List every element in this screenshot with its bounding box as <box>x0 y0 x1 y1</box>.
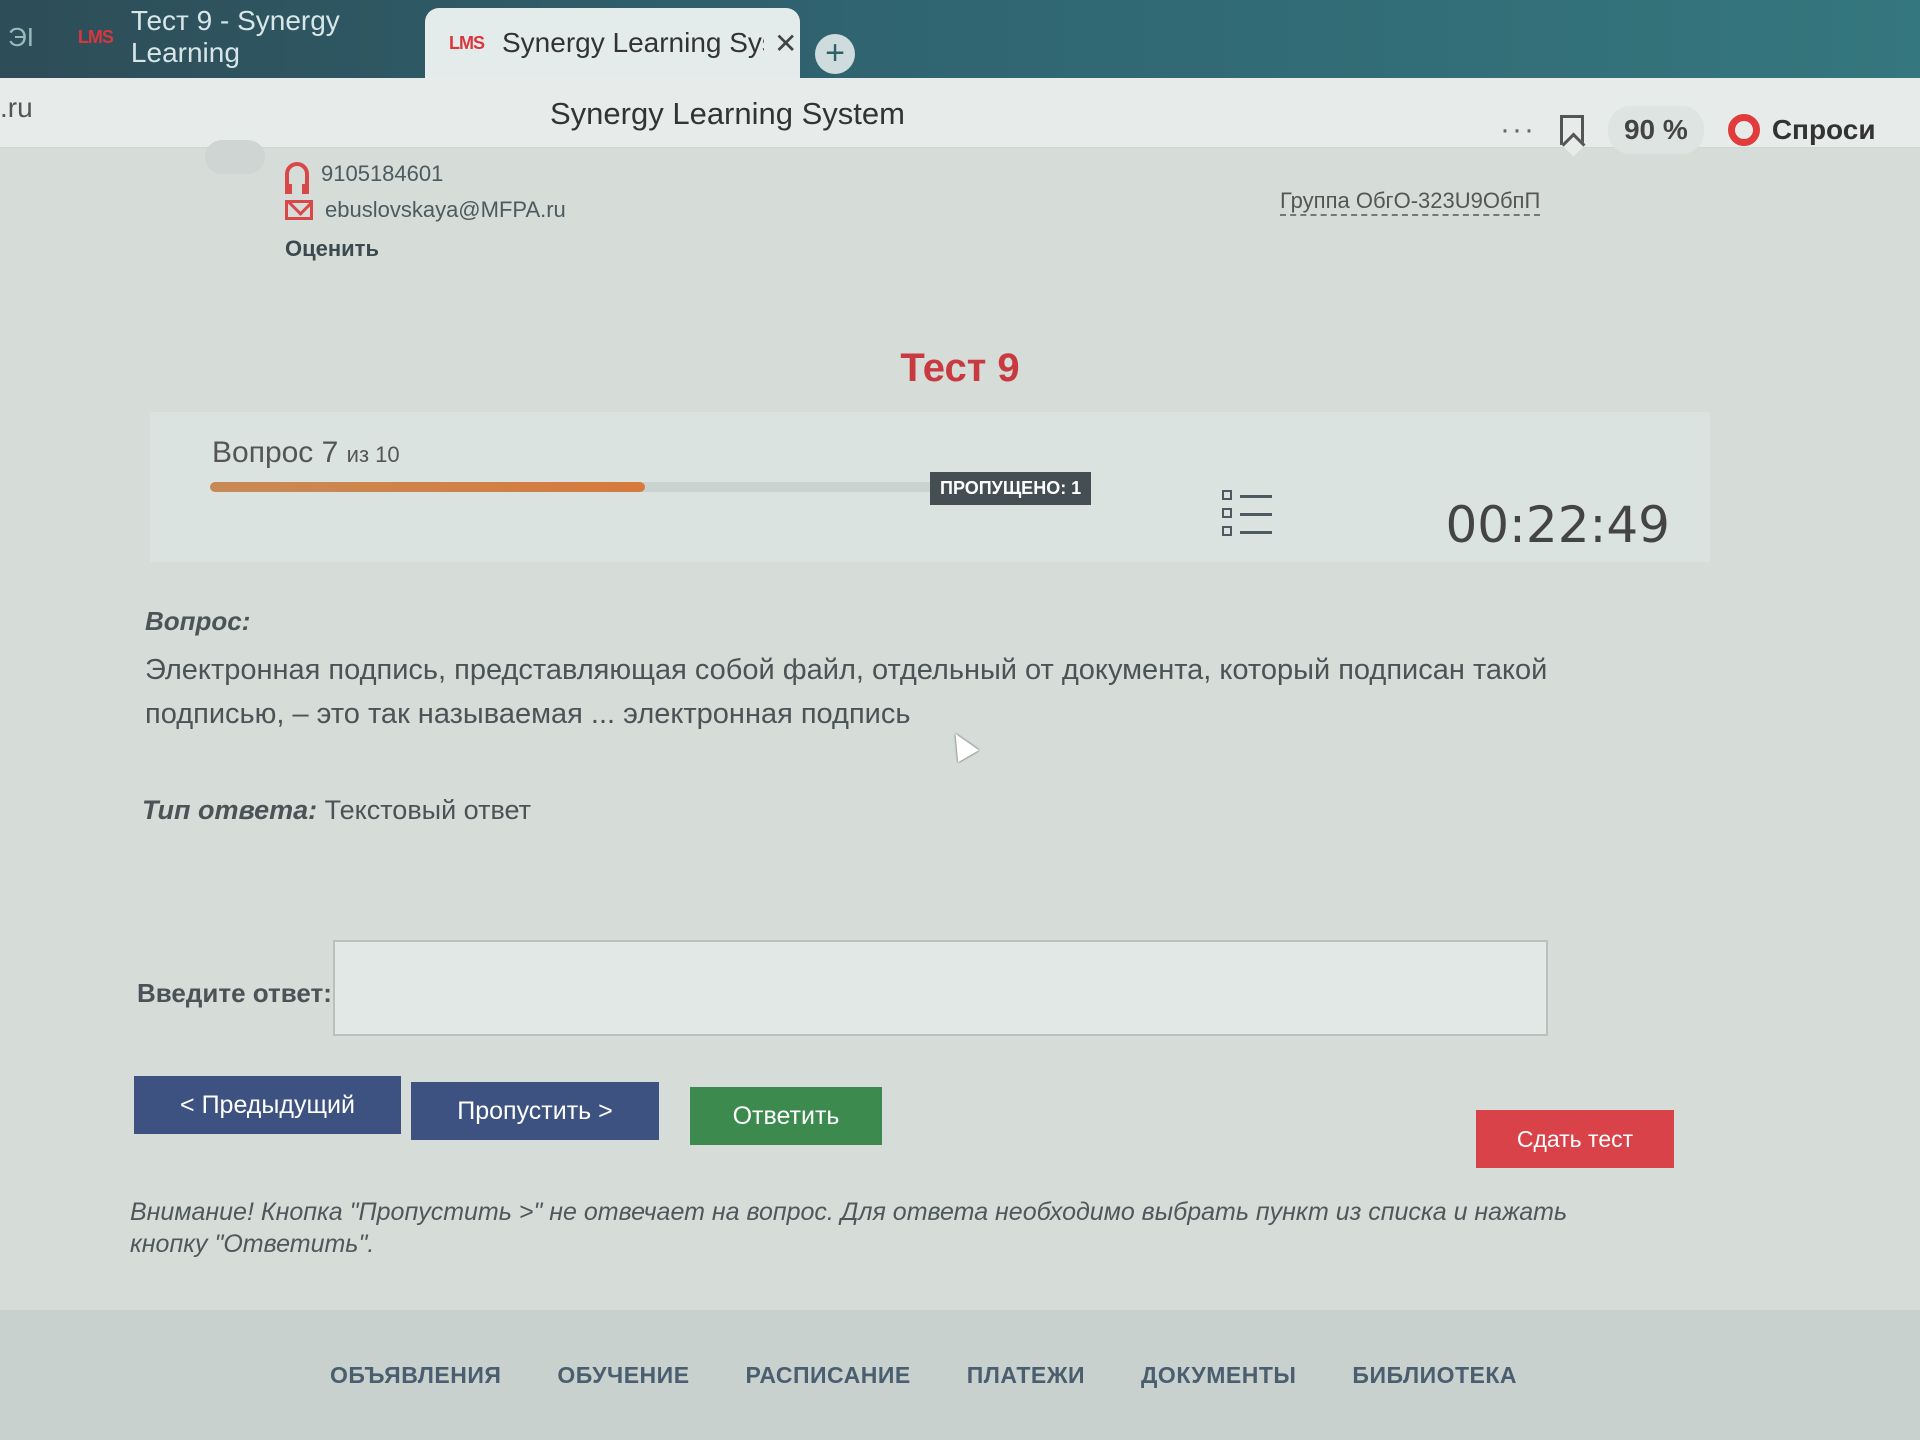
nav-library[interactable]: БИБЛИОТЕКА <box>1352 1362 1517 1389</box>
ask-label: Спроси <box>1771 114 1876 145</box>
url-text[interactable]: .ru <box>0 92 33 124</box>
avatar[interactable] <box>205 140 265 174</box>
timer: 00:22:49 <box>1445 496 1670 554</box>
warning-text: Внимание! Кнопка "Пропустить >" не отвеч… <box>130 1198 1568 1258</box>
progress-fill <box>210 482 645 492</box>
new-tab-button[interactable]: + <box>815 34 855 74</box>
lms-logo-icon: LMS <box>449 32 485 53</box>
answer-button[interactable]: Ответить <box>690 1087 882 1145</box>
question-counter: Вопрос 7 из 10 <box>212 436 400 470</box>
more-menu-icon[interactable]: ··· <box>1500 113 1536 147</box>
headset-icon <box>285 162 309 194</box>
browser-tab-bar: ЭІ LMS Тест 9 - Synergy Learning LMS Syn… <box>0 0 1920 78</box>
lms-logo-icon: LMS <box>77 26 114 47</box>
answer-type-value: Текстовый ответ <box>324 795 531 825</box>
contact-info: 9105184601 ebuslovskaya@MFPA.ru Оценить <box>285 156 566 262</box>
answer-type-label: Тип ответа: <box>142 795 318 825</box>
nav-learning[interactable]: ОБУЧЕНИЕ <box>557 1362 689 1389</box>
ask-button[interactable]: Спроси <box>1727 114 1876 146</box>
tab-test9[interactable]: ЭІ LMS Тест 9 - Synergy Learning <box>0 4 420 70</box>
question-heading: Вопрос: <box>145 606 251 636</box>
alice-icon <box>1727 114 1760 146</box>
bookmark-icon[interactable] <box>1559 115 1584 145</box>
submit-test-button[interactable]: Сдать тест <box>1476 1110 1674 1168</box>
close-icon[interactable]: ✕ <box>774 27 797 60</box>
mail-icon <box>285 200 313 220</box>
nav-announcements[interactable]: ОБЪЯВЛЕНИЯ <box>330 1362 501 1389</box>
question-number: Вопрос 7 <box>212 436 339 469</box>
email-address[interactable]: ebuslovskaya@MFPA.ru <box>325 197 566 223</box>
phone-number: 9105184601 <box>321 161 444 186</box>
zoom-value: 90 % <box>1623 114 1688 145</box>
answer-label: Введите ответ: <box>137 978 332 1008</box>
page-title: Synergy Learning System <box>550 96 905 131</box>
answer-type: Тип ответа: Текстовый ответ <box>142 795 531 826</box>
question-list-icon[interactable] <box>1222 490 1274 538</box>
nav-payments[interactable]: ПЛАТЕЖИ <box>967 1362 1085 1389</box>
nav-documents[interactable]: ДОКУМЕНТЫ <box>1141 1362 1296 1389</box>
tab-edge-icon: ЭІ <box>8 21 34 52</box>
group-label[interactable]: Группа ОбгО-323U9ОбпП <box>1280 188 1541 216</box>
skip-button[interactable]: Пропустить > <box>411 1082 659 1140</box>
answer-input[interactable] <box>333 940 1548 1036</box>
tab-label: Synergy Learning System <box>502 27 764 58</box>
browser-toolbar: ··· 90 % Спроси <box>1500 80 1920 180</box>
test-status-panel: Вопрос 7 из 10 ПРОПУЩЕНО: 1 00:22:49 <box>150 412 1710 562</box>
question-text: Электронная подпись, представляющая собо… <box>145 654 1548 730</box>
skipped-badge[interactable]: ПРОПУЩЕНО: 1 <box>930 472 1092 505</box>
question-total: из 10 <box>346 442 400 467</box>
footer-nav: ОБЪЯВЛЕНИЯ ОБУЧЕНИЕ РАСПИСАНИЕ ПЛАТЕЖИ Д… <box>0 1310 1920 1440</box>
tab-label: Тест 9 - Synergy Learning <box>130 5 340 68</box>
zoom-indicator[interactable]: 90 % <box>1607 106 1704 154</box>
rate-link[interactable]: Оценить <box>285 236 566 262</box>
previous-button[interactable]: < Предыдущий <box>134 1076 401 1134</box>
nav-schedule[interactable]: РАСПИСАНИЕ <box>746 1362 911 1389</box>
test-title: Тест 9 <box>900 346 1020 390</box>
tab-synergy-active[interactable]: LMS Synergy Learning System ✕ <box>425 8 800 78</box>
